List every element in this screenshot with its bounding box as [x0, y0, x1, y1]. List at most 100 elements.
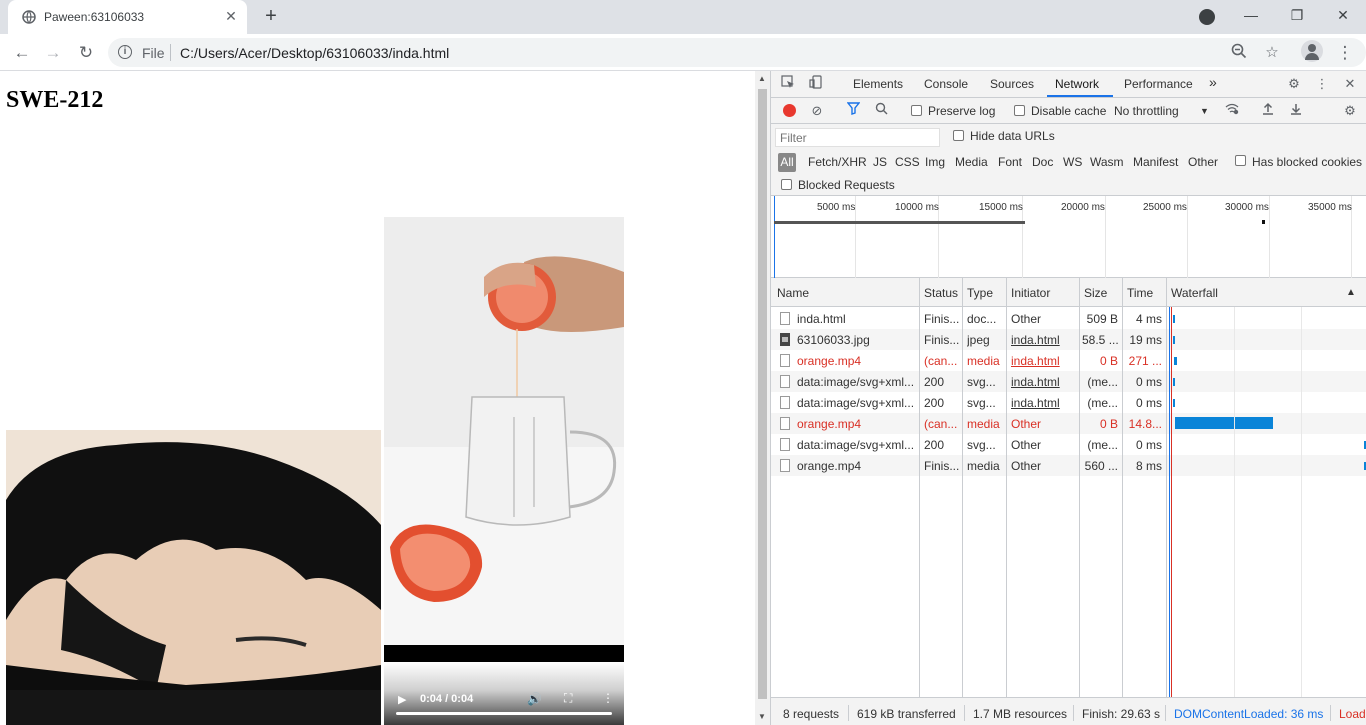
column-header-waterfall[interactable]: Waterfall	[1171, 286, 1218, 300]
table-row[interactable]: data:image/svg+xml... 200 svg... inda.html (…	[771, 371, 1366, 392]
forward-arrow-icon[interactable]: →	[40, 40, 66, 66]
filter-type-wasm[interactable]: Wasm	[1090, 155, 1124, 169]
hide-data-urls-checkbox[interactable]	[953, 130, 964, 141]
close-window-button[interactable]: ✕	[1320, 0, 1366, 34]
column-divider[interactable]	[1122, 278, 1123, 697]
filter-type-js[interactable]: JS	[873, 155, 887, 169]
filter-input[interactable]	[775, 128, 940, 147]
scroll-down-icon[interactable]: ▼	[758, 712, 766, 721]
column-divider[interactable]	[1006, 278, 1007, 697]
waterfall-bar[interactable]	[1173, 378, 1175, 386]
table-row[interactable]: orange.mp4 Finis... media Other 560 ... 8 ms	[771, 455, 1366, 476]
cell-name[interactable]: orange.mp4	[797, 459, 915, 473]
chevron-down-icon[interactable]: ▼	[1200, 106, 1209, 116]
column-divider[interactable]	[919, 278, 920, 697]
cell-name[interactable]: data:image/svg+xml...	[797, 438, 915, 452]
tab-performance[interactable]: Performance	[1124, 77, 1193, 91]
page-scrollbar[interactable]: ▲ ▼	[755, 71, 770, 725]
address-bar[interactable]: i File C:/Users/Acer/Desktop/63106033/in…	[108, 38, 1366, 67]
table-row[interactable]: orange.mp4 (can... media Other 0 B 14.8...	[771, 413, 1366, 434]
tab-sources[interactable]: Sources	[990, 77, 1034, 91]
cell-initiator[interactable]: inda.html	[1011, 333, 1077, 347]
video-progress-bar[interactable]	[396, 712, 612, 715]
network-settings-gear-icon[interactable]: ⚙	[1341, 102, 1359, 120]
cell-name[interactable]: orange.mp4	[797, 417, 915, 431]
volume-icon[interactable]: 🔊	[527, 692, 542, 706]
tab-search-icon[interactable]	[1199, 9, 1215, 25]
column-header-name[interactable]: Name	[777, 286, 809, 300]
import-har-icon[interactable]	[1259, 102, 1277, 120]
tab-console[interactable]: Console	[924, 77, 968, 91]
scrollbar-thumb[interactable]	[758, 89, 767, 699]
filter-funnel-icon[interactable]	[844, 102, 862, 120]
url-text[interactable]: C:/Users/Acer/Desktop/63106033/inda.html	[180, 45, 449, 61]
cell-initiator[interactable]: inda.html	[1011, 354, 1077, 368]
waterfall-bar[interactable]	[1174, 357, 1177, 365]
column-header-size[interactable]: Size	[1084, 286, 1107, 300]
minimize-button[interactable]: —	[1228, 0, 1274, 34]
scroll-up-icon[interactable]: ▲	[758, 74, 766, 83]
filter-type-ws[interactable]: WS	[1063, 155, 1082, 169]
inspect-element-icon[interactable]	[779, 75, 797, 93]
reload-icon[interactable]: ↻	[73, 40, 99, 66]
preserve-log-checkbox[interactable]	[911, 105, 922, 116]
more-options-icon[interactable]: ⋮	[602, 691, 614, 705]
column-divider[interactable]	[962, 278, 963, 697]
column-divider[interactable]	[1079, 278, 1080, 697]
column-header-initiator[interactable]: Initiator	[1011, 286, 1050, 300]
cell-initiator[interactable]: inda.html	[1011, 375, 1077, 389]
bookmark-star-icon[interactable]: ☆	[1262, 43, 1282, 63]
column-header-type[interactable]: Type	[967, 286, 993, 300]
throttling-select[interactable]: No throttling	[1114, 104, 1179, 118]
table-row[interactable]: orange.mp4 (can... media inda.html 0 B 271 ..…	[771, 350, 1366, 371]
column-header-status[interactable]: Status	[924, 286, 958, 300]
sort-ascending-icon[interactable]: ▲	[1346, 287, 1356, 298]
export-har-icon[interactable]	[1287, 102, 1305, 120]
cell-initiator[interactable]: inda.html	[1011, 396, 1077, 410]
table-row[interactable]: 63106033.jpg Finis... jpeg inda.html 58.5 ..…	[771, 329, 1366, 350]
cell-name[interactable]: 63106033.jpg	[797, 333, 915, 347]
filter-type-manifest[interactable]: Manifest	[1133, 155, 1178, 169]
waterfall-bar[interactable]	[1173, 336, 1175, 344]
blocked-requests-checkbox[interactable]	[781, 179, 792, 190]
restore-button[interactable]: ❐	[1274, 0, 1320, 34]
video-player[interactable]: ▶ 0:04 / 0:04 🔊 ⛶ ⋮	[384, 217, 624, 725]
tab-network[interactable]: Network	[1055, 77, 1099, 91]
record-icon[interactable]	[783, 104, 796, 117]
clear-icon[interactable]: ⊘	[808, 102, 826, 120]
network-overview-timeline[interactable]: 5000 ms 10000 ms 15000 ms 20000 ms 25000…	[771, 196, 1366, 278]
filter-type-media[interactable]: Media	[955, 155, 988, 169]
waterfall-bar[interactable]	[1175, 417, 1273, 429]
cell-name[interactable]: orange.mp4	[797, 354, 915, 368]
table-row[interactable]: data:image/svg+xml... 200 svg... Other (me..…	[771, 434, 1366, 455]
column-header-time[interactable]: Time	[1127, 286, 1153, 300]
new-tab-button[interactable]: +	[260, 5, 282, 27]
has-blocked-cookies-checkbox[interactable]	[1235, 155, 1246, 166]
disable-cache-checkbox[interactable]	[1014, 105, 1025, 116]
filter-type-other[interactable]: Other	[1188, 155, 1218, 169]
search-icon[interactable]	[872, 102, 890, 120]
waterfall-bar[interactable]	[1173, 399, 1175, 407]
tab-elements[interactable]: Elements	[853, 77, 903, 91]
cell-name[interactable]: data:image/svg+xml...	[797, 375, 915, 389]
menu-kebab-icon[interactable]: ⋮	[1332, 40, 1358, 66]
info-icon[interactable]: i	[118, 45, 132, 59]
table-row[interactable]: data:image/svg+xml... 200 svg... inda.html (…	[771, 392, 1366, 413]
zoom-out-icon[interactable]	[1229, 43, 1249, 63]
more-tabs-icon[interactable]: »	[1209, 74, 1217, 90]
filter-type-font[interactable]: Font	[998, 155, 1022, 169]
browser-tab[interactable]: Paween:63106033 ✕	[8, 0, 247, 34]
cell-name[interactable]: inda.html	[797, 312, 915, 326]
table-row[interactable]: inda.html Finis... doc... Other 509 B 4 ms	[771, 308, 1366, 329]
play-icon[interactable]: ▶	[398, 693, 406, 706]
network-conditions-icon[interactable]	[1223, 102, 1241, 120]
filter-type-fetch-xhr[interactable]: Fetch/XHR	[808, 155, 867, 169]
close-devtools-icon[interactable]: ✕	[1341, 75, 1359, 93]
cell-name[interactable]: data:image/svg+xml...	[797, 396, 915, 410]
close-tab-icon[interactable]: ✕	[223, 8, 239, 24]
column-divider[interactable]	[1166, 278, 1167, 697]
waterfall-bar[interactable]	[1173, 315, 1175, 323]
filter-type-img[interactable]: Img	[925, 155, 945, 169]
fullscreen-icon[interactable]: ⛶	[564, 691, 572, 706]
profile-avatar[interactable]	[1301, 40, 1323, 62]
